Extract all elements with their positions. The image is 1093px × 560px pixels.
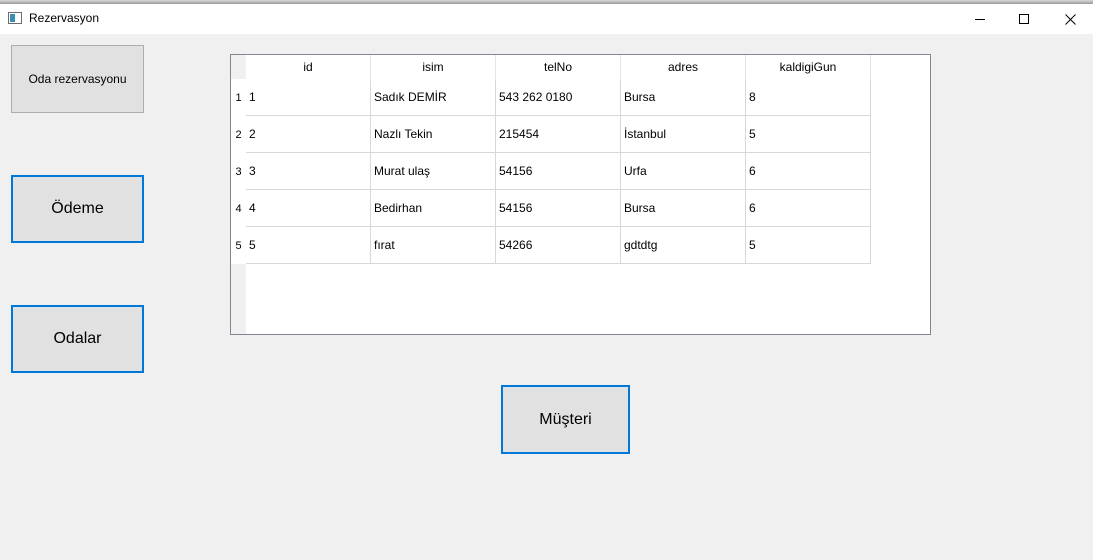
oda-rezervasyonu-button[interactable]: Oda rezervasyonu xyxy=(11,45,144,113)
column-header-telNo[interactable]: telNo xyxy=(496,55,621,79)
minimize-icon xyxy=(975,18,985,20)
table-cell-isim[interactable]: Bedirhan xyxy=(371,190,496,227)
title-bar[interactable]: Rezervasyon xyxy=(0,4,1093,34)
maximize-button[interactable] xyxy=(1001,4,1047,34)
minimize-button[interactable] xyxy=(957,4,1003,34)
column-header-kaldigiGun[interactable]: kaldigiGun xyxy=(746,55,871,79)
column-header-isim[interactable]: isim xyxy=(371,55,496,79)
row-header[interactable]: 1 xyxy=(231,79,246,116)
table-cell-adres[interactable]: Bursa xyxy=(621,190,746,227)
app-window-icon xyxy=(8,12,22,24)
table-cell-isim[interactable]: Nazlı Tekin xyxy=(371,116,496,153)
table-cell-adres[interactable]: Bursa xyxy=(621,79,746,116)
table-cell-telNo[interactable]: 543 262 0180 xyxy=(496,79,621,116)
table-cell-adres[interactable]: gdtdtg xyxy=(621,227,746,264)
odeme-button[interactable]: Ödeme xyxy=(11,175,144,243)
table-cell-adres[interactable]: Urfa xyxy=(621,153,746,190)
table-cell-kaldigiGun[interactable]: 5 xyxy=(746,227,871,264)
table-cell-kaldigiGun[interactable]: 6 xyxy=(746,153,871,190)
row-header[interactable]: 2 xyxy=(231,116,246,153)
row-header[interactable]: 3 xyxy=(231,153,246,190)
table-cell-telNo[interactable]: 54266 xyxy=(496,227,621,264)
maximize-icon xyxy=(1019,14,1029,24)
table-cell-adres[interactable]: İstanbul xyxy=(621,116,746,153)
table-cell-kaldigiGun[interactable]: 5 xyxy=(746,116,871,153)
table-cell-kaldigiGun[interactable]: 6 xyxy=(746,190,871,227)
table-cell-id[interactable]: 5 xyxy=(246,227,371,264)
row-header[interactable]: 5 xyxy=(231,227,246,264)
column-header-adres[interactable]: adres xyxy=(621,55,746,79)
close-icon xyxy=(1064,13,1076,25)
musteri-button[interactable]: Müşteri xyxy=(501,385,630,454)
customer-table[interactable]: id isim telNo adres kaldigiGun 1 2 3 4 5 1 Sadık DE… xyxy=(230,54,931,335)
table-cell-isim[interactable]: Murat ulaş xyxy=(371,153,496,190)
table-cell-isim[interactable]: fırat xyxy=(371,227,496,264)
table-cell-id[interactable]: 1 xyxy=(246,79,371,116)
table-cell-isim[interactable]: Sadık DEMİR xyxy=(371,79,496,116)
table-cell-kaldigiGun[interactable]: 8 xyxy=(746,79,871,116)
row-header[interactable]: 4 xyxy=(231,190,246,227)
close-button[interactable] xyxy=(1047,4,1093,34)
window-title: Rezervasyon xyxy=(29,11,100,25)
table-cell-id[interactable]: 4 xyxy=(246,190,371,227)
column-header-id[interactable]: id xyxy=(246,55,371,79)
odalar-button[interactable]: Odalar xyxy=(11,305,144,373)
table-cell-telNo[interactable]: 215454 xyxy=(496,116,621,153)
table-cell-telNo[interactable]: 54156 xyxy=(496,153,621,190)
table-cell-telNo[interactable]: 54156 xyxy=(496,190,621,227)
table-cell-id[interactable]: 3 xyxy=(246,153,371,190)
table-cell-id[interactable]: 2 xyxy=(246,116,371,153)
